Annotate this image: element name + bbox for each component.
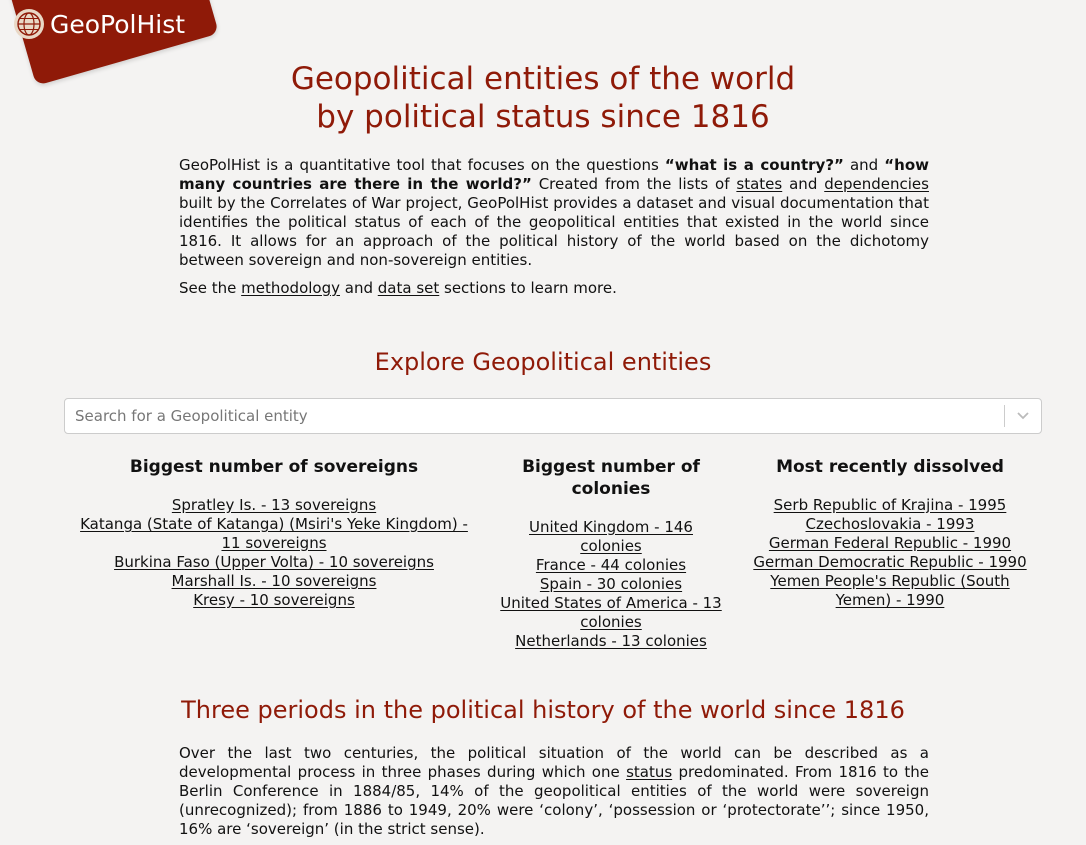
list-item[interactable]: Czechoslovakia - 1993 (806, 515, 975, 533)
list-item[interactable]: France - 44 colonies (536, 556, 686, 574)
dissolved-list: Serb Republic of Krajina - 1995 Czechosl… (752, 496, 1028, 610)
list-item[interactable]: Spratley Is. - 13 sovereigns (172, 496, 376, 514)
intro-see-more: See the methodology and data set section… (179, 279, 929, 298)
colonies-title: Biggest number of colonies (522, 457, 700, 499)
list-item[interactable]: German Federal Republic - 1990 (769, 534, 1011, 552)
intro-text: and (340, 279, 378, 297)
chevron-down-icon[interactable] (1005, 399, 1041, 433)
sovereigns-list: Spratley Is. - 13 sovereigns Katanga (St… (76, 496, 472, 610)
list-item[interactable]: German Democratic Republic - 1990 (753, 553, 1026, 571)
entity-search-select[interactable] (64, 398, 1042, 434)
list-item[interactable]: Spain - 30 colonies (540, 575, 682, 593)
list-item[interactable]: Yemen People's Republic (South Yemen) - … (770, 572, 1009, 609)
search-input[interactable] (65, 400, 1004, 432)
list-item[interactable]: Marshall Is. - 10 sovereigns (172, 572, 377, 590)
intro-paragraph: GeoPolHist is a quantitative tool that f… (179, 156, 929, 270)
dissolved-column: Most recently dissolved Serb Republic of… (752, 456, 1028, 610)
link-status[interactable]: status (626, 763, 672, 781)
list-item[interactable]: Netherlands - 13 colonies (515, 632, 707, 650)
question-country: “what is a country?” (664, 156, 844, 174)
page-title-line2: by political status since 1816 (316, 99, 770, 135)
intro-text: See the (179, 279, 242, 297)
link-dataset[interactable]: data set (378, 279, 439, 297)
page-title: Geopolitical entities of the world by po… (0, 60, 1086, 136)
periods-paragraph: Over the last two centuries, the politic… (179, 744, 929, 839)
page-title-line1: Geopolitical entities of the world (290, 61, 796, 97)
list-item[interactable]: United States of America - 13 colonies (500, 594, 721, 631)
list-item[interactable]: Serb Republic of Krajina - 1995 (774, 496, 1007, 514)
list-item[interactable]: United Kingdom - 146 colonies (529, 518, 693, 555)
explore-heading: Explore Geopolitical entities (374, 348, 712, 376)
sovereigns-title: Biggest number of sovereigns (129, 457, 419, 477)
colonies-list: United Kingdom - 146 colonies France - 4… (496, 518, 726, 651)
intro-text: and (843, 156, 885, 174)
globe-icon (14, 9, 44, 39)
intro-text: built by the Correlates of War project, … (179, 194, 929, 269)
intro-text: and (782, 175, 825, 193)
link-states[interactable]: states (736, 175, 782, 193)
periods-heading: Three periods in the political history o… (181, 696, 905, 724)
link-dependencies[interactable]: dependencies (824, 175, 929, 193)
sovereigns-column: Biggest number of sovereigns Spratley Is… (76, 456, 472, 610)
link-methodology[interactable]: methodology (241, 279, 340, 297)
list-item[interactable]: Kresy - 10 sovereigns (193, 591, 355, 609)
dissolved-title: Most recently dissolved (776, 457, 1004, 477)
intro-text: sections to learn more. (439, 279, 617, 297)
list-item[interactable]: Katanga (State of Katanga) (Msiri's Yeke… (80, 515, 468, 552)
brand-logo[interactable]: GeoPolHist (14, 9, 185, 39)
list-item[interactable]: Burkina Faso (Upper Volta) - 10 sovereig… (114, 553, 434, 571)
brand-name: GeoPolHist (50, 9, 186, 39)
intro-section: GeoPolHist is a quantitative tool that f… (179, 156, 929, 307)
intro-text: Created from the lists of (531, 175, 737, 193)
colonies-column: Biggest number of colonies United Kingdo… (496, 456, 726, 651)
intro-text: GeoPolHist is a quantitative tool that f… (179, 156, 665, 174)
